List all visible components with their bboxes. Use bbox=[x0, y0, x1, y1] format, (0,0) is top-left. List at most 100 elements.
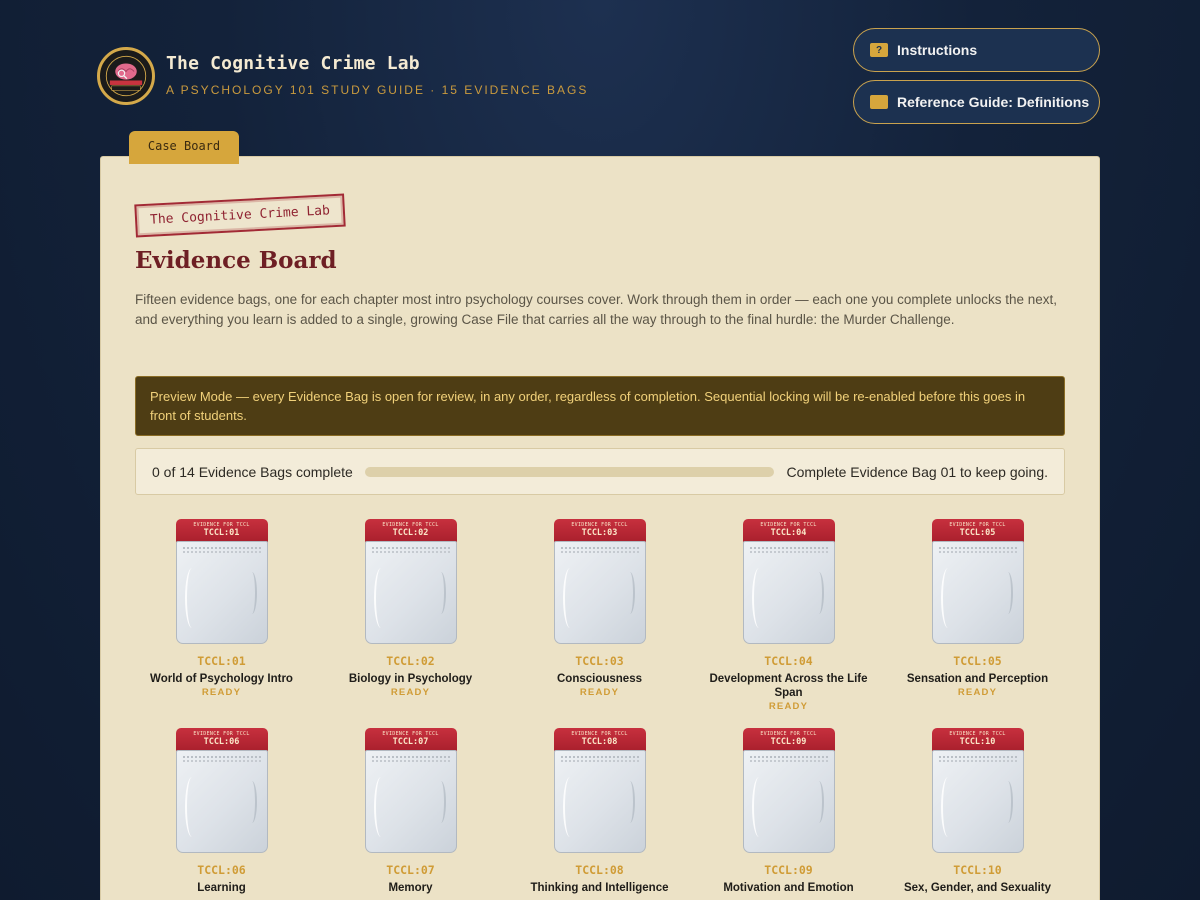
bag-code: TCCL:09 bbox=[764, 863, 813, 877]
bag-title: Sensation and Perception bbox=[906, 673, 1049, 685]
bag-seal-code: TCCL:07 bbox=[392, 737, 429, 747]
tab-case-board[interactable]: Case Board bbox=[129, 131, 239, 164]
bag-code: TCCL:06 bbox=[197, 863, 246, 877]
evidence-bag-card[interactable]: EVIDENCE FOR TCCL TCCL:07 TCCL:07 Memory bbox=[316, 728, 505, 896]
evidence-bag-card[interactable]: EVIDENCE FOR TCCL TCCL:02 TCCL:02 Biolog… bbox=[316, 519, 505, 712]
bag-code: TCCL:05 bbox=[953, 654, 1002, 668]
bag-body bbox=[931, 750, 1024, 853]
bag-header-text: EVIDENCE FOR TCCL bbox=[571, 522, 628, 528]
evidence-bag-icon: EVIDENCE FOR TCCL TCCL:10 bbox=[931, 728, 1024, 853]
crime-lab-logo bbox=[97, 47, 155, 105]
evidence-bag-icon: EVIDENCE FOR TCCL TCCL:04 bbox=[742, 519, 835, 644]
progress-panel: 0 of 14 Evidence Bags complete Complete … bbox=[135, 448, 1065, 495]
evidence-bag-card[interactable]: EVIDENCE FOR TCCL TCCL:09 TCCL:09 Motiva… bbox=[694, 728, 883, 896]
evidence-bag-grid: EVIDENCE FOR TCCL TCCL:01 TCCL:01 World … bbox=[127, 519, 1073, 896]
bag-seal-code: TCCL:05 bbox=[959, 528, 996, 538]
page-title: Evidence Board bbox=[135, 247, 337, 274]
bag-seal: EVIDENCE FOR TCCL TCCL:02 bbox=[364, 519, 457, 543]
progress-count: 0 of 14 Evidence Bags complete bbox=[152, 463, 353, 480]
bag-title: Thinking and Intelligence bbox=[530, 882, 669, 894]
bag-seal: EVIDENCE FOR TCCL TCCL:09 bbox=[742, 728, 835, 752]
evidence-bag-card[interactable]: EVIDENCE FOR TCCL TCCL:06 TCCL:06 Learni… bbox=[127, 728, 316, 896]
bag-body bbox=[553, 750, 646, 853]
bag-seal-code: TCCL:01 bbox=[203, 528, 240, 538]
site-subtitle: A PSYCHOLOGY 101 STUDY GUIDE · 15 EVIDEN… bbox=[166, 83, 589, 97]
brain-badge-icon bbox=[101, 51, 151, 101]
bag-seal-code: TCCL:08 bbox=[581, 737, 618, 747]
bag-title: Memory bbox=[388, 882, 433, 894]
bag-code: TCCL:03 bbox=[575, 654, 624, 668]
bag-title: Development Across the Life Span bbox=[709, 673, 868, 699]
bag-seal: EVIDENCE FOR TCCL TCCL:05 bbox=[931, 519, 1024, 543]
bag-seal-code: TCCL:06 bbox=[203, 737, 240, 747]
bag-seal: EVIDENCE FOR TCCL TCCL:01 bbox=[175, 519, 268, 543]
site-title: The Cognitive Crime Lab bbox=[166, 53, 420, 74]
bag-code: TCCL:08 bbox=[575, 863, 624, 877]
bag-body bbox=[364, 541, 457, 644]
bag-body bbox=[175, 541, 268, 644]
evidence-bag-icon: EVIDENCE FOR TCCL TCCL:05 bbox=[931, 519, 1024, 644]
bag-code: TCCL:07 bbox=[386, 863, 435, 877]
bag-body bbox=[175, 750, 268, 853]
bag-code: TCCL:10 bbox=[953, 863, 1002, 877]
bag-seal-code: TCCL:10 bbox=[959, 737, 996, 747]
bag-header-text: EVIDENCE FOR TCCL bbox=[193, 731, 250, 737]
evidence-bag-icon: EVIDENCE FOR TCCL TCCL:09 bbox=[742, 728, 835, 853]
evidence-bag-icon: EVIDENCE FOR TCCL TCCL:02 bbox=[364, 519, 457, 644]
instructions-label: Instructions bbox=[897, 42, 978, 58]
bag-seal: EVIDENCE FOR TCCL TCCL:10 bbox=[931, 728, 1024, 752]
reference-guide-label: Reference Guide: Definitions bbox=[897, 94, 1090, 110]
evidence-bag-card[interactable]: EVIDENCE FOR TCCL TCCL:03 TCCL:03 Consci… bbox=[505, 519, 694, 712]
preview-mode-notice: Preview Mode — every Evidence Bag is ope… bbox=[135, 376, 1065, 436]
bag-seal: EVIDENCE FOR TCCL TCCL:07 bbox=[364, 728, 457, 752]
bag-header-text: EVIDENCE FOR TCCL bbox=[571, 731, 628, 737]
bag-status: READY bbox=[957, 687, 998, 698]
evidence-bag-icon: EVIDENCE FOR TCCL TCCL:07 bbox=[364, 728, 457, 853]
bag-seal: EVIDENCE FOR TCCL TCCL:04 bbox=[742, 519, 835, 543]
bag-header-text: EVIDENCE FOR TCCL bbox=[949, 522, 1006, 528]
bag-seal-code: TCCL:09 bbox=[770, 737, 807, 747]
evidence-bag-icon: EVIDENCE FOR TCCL TCCL:01 bbox=[175, 519, 268, 644]
bag-body bbox=[742, 750, 835, 853]
bag-title: Consciousness bbox=[557, 673, 642, 685]
progress-hint: Complete Evidence Bag 01 to keep going. bbox=[786, 463, 1048, 480]
bag-code: TCCL:01 bbox=[197, 654, 246, 668]
bag-code: TCCL:04 bbox=[764, 654, 813, 668]
bag-body bbox=[553, 541, 646, 644]
bag-seal-code: TCCL:03 bbox=[581, 528, 618, 538]
bag-seal-code: TCCL:02 bbox=[392, 528, 429, 538]
bag-header-text: EVIDENCE FOR TCCL bbox=[760, 731, 817, 737]
board-intro: Fifteen evidence bags, one for each chap… bbox=[135, 292, 1058, 327]
bag-title: Biology in Psychology bbox=[348, 673, 473, 685]
bag-seal-code: TCCL:04 bbox=[770, 528, 807, 538]
bag-header-text: EVIDENCE FOR TCCL bbox=[382, 731, 439, 737]
bag-status: READY bbox=[201, 687, 242, 698]
evidence-bag-card[interactable]: EVIDENCE FOR TCCL TCCL:01 TCCL:01 World … bbox=[127, 519, 316, 712]
book-icon bbox=[870, 95, 888, 109]
bag-status: READY bbox=[768, 701, 809, 712]
bag-body bbox=[931, 541, 1024, 644]
evidence-bag-icon: EVIDENCE FOR TCCL TCCL:03 bbox=[553, 519, 646, 644]
bag-body bbox=[364, 750, 457, 853]
evidence-bag-card[interactable]: EVIDENCE FOR TCCL TCCL:08 TCCL:08 Thinki… bbox=[505, 728, 694, 896]
bag-status: READY bbox=[579, 687, 620, 698]
bag-code: TCCL:02 bbox=[386, 654, 435, 668]
bag-header-text: EVIDENCE FOR TCCL bbox=[382, 522, 439, 528]
bag-title: World of Psychology Intro bbox=[150, 673, 293, 685]
bag-seal: EVIDENCE FOR TCCL TCCL:08 bbox=[553, 728, 646, 752]
evidence-bag-icon: EVIDENCE FOR TCCL TCCL:08 bbox=[553, 728, 646, 853]
bag-seal: EVIDENCE FOR TCCL TCCL:03 bbox=[553, 519, 646, 543]
bag-body bbox=[742, 541, 835, 644]
instructions-button[interactable]: ? Instructions bbox=[853, 28, 1100, 72]
tab-case-board-label: Case Board bbox=[147, 139, 221, 153]
evidence-bag-card[interactable]: EVIDENCE FOR TCCL TCCL:05 TCCL:05 Sensat… bbox=[883, 519, 1072, 712]
bag-header-text: EVIDENCE FOR TCCL bbox=[949, 731, 1006, 737]
evidence-bag-icon: EVIDENCE FOR TCCL TCCL:06 bbox=[175, 728, 268, 853]
bag-header-text: EVIDENCE FOR TCCL bbox=[760, 522, 817, 528]
bag-title: Sex, Gender, and Sexuality bbox=[903, 882, 1051, 894]
bag-header-text: EVIDENCE FOR TCCL bbox=[193, 522, 250, 528]
evidence-bag-card[interactable]: EVIDENCE FOR TCCL TCCL:10 TCCL:10 Sex, G… bbox=[883, 728, 1072, 896]
bag-seal: EVIDENCE FOR TCCL TCCL:06 bbox=[175, 728, 268, 752]
reference-guide-button[interactable]: Reference Guide: Definitions bbox=[853, 80, 1100, 124]
evidence-bag-card[interactable]: EVIDENCE FOR TCCL TCCL:04 TCCL:04 Develo… bbox=[694, 519, 883, 712]
